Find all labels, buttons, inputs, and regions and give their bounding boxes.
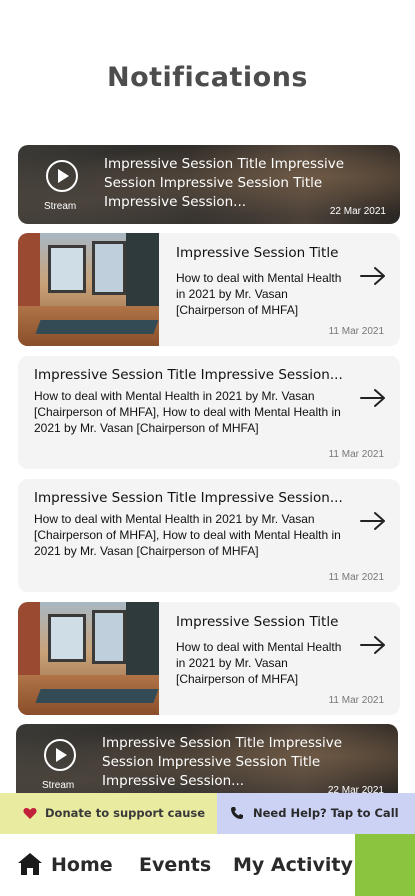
arrow-right-icon[interactable]	[360, 511, 386, 531]
notification-card[interactable]: Impressive Session Title Impressive Sess…	[18, 479, 400, 592]
play-icon[interactable]	[44, 739, 76, 771]
session-thumbnail	[18, 233, 159, 346]
card-title: Impressive Session Title Impressive Sess…	[34, 490, 343, 506]
card-title: Impressive Session Title Impressive Sess…	[34, 367, 343, 383]
phone-icon	[231, 807, 243, 819]
notification-card[interactable]: Impressive Session Title Impressive Sess…	[18, 356, 400, 469]
stream-label: Stream	[42, 780, 75, 791]
arrow-right-icon[interactable]	[360, 635, 386, 655]
stream-card[interactable]: Stream Impressive Session Title Impressi…	[18, 145, 400, 224]
nav-my-activity[interactable]: My Activity	[233, 854, 353, 876]
call-label: Need Help? Tap to Call	[253, 806, 399, 820]
card-description: How to deal with Mental Health in 2021 b…	[176, 271, 342, 317]
arrow-right-icon[interactable]	[360, 388, 386, 408]
stream-title: Impressive Session Title Impressive Sess…	[104, 156, 345, 210]
home-icon[interactable]	[17, 852, 43, 876]
stream-title: Impressive Session Title Impressive Sess…	[102, 735, 343, 789]
bottom-nav: Home Events My Activity	[0, 834, 415, 896]
help-bar: Donate to support cause Need Help? Tap t…	[0, 793, 415, 834]
card-date: 11 Mar 2021	[328, 326, 384, 337]
stream-date: 22 Mar 2021	[329, 206, 386, 217]
stream-card[interactable]: Stream Impressive Session Title Impressi…	[16, 724, 398, 803]
notification-card[interactable]: Impressive Session Title How to deal wit…	[18, 233, 400, 346]
card-date: 11 Mar 2021	[328, 695, 384, 706]
arrow-right-icon[interactable]	[360, 266, 386, 286]
card-title: Impressive Session Title	[176, 614, 339, 630]
card-title: Impressive Session Title	[176, 245, 339, 261]
card-description: How to deal with Mental Health in 2021 b…	[34, 389, 341, 435]
nav-home[interactable]: Home	[51, 854, 113, 876]
card-description: How to deal with Mental Health in 2021 b…	[34, 512, 341, 558]
play-icon[interactable]	[46, 160, 78, 192]
donate-label: Donate to support cause	[45, 806, 206, 820]
card-date: 11 Mar 2021	[328, 572, 384, 583]
card-date: 11 Mar 2021	[328, 449, 384, 460]
notification-card[interactable]: Impressive Session Title How to deal wit…	[18, 602, 400, 715]
session-thumbnail	[18, 602, 159, 715]
call-button[interactable]: Need Help? Tap to Call	[217, 793, 415, 834]
donate-button[interactable]: Donate to support cause	[0, 793, 217, 834]
page-title: Notifications	[106, 62, 309, 93]
stream-label: Stream	[44, 201, 77, 212]
card-description: How to deal with Mental Health in 2021 b…	[176, 640, 342, 686]
heart-icon	[23, 808, 37, 819]
nav-more-tab[interactable]	[355, 834, 415, 896]
nav-events[interactable]: Events	[139, 854, 211, 876]
